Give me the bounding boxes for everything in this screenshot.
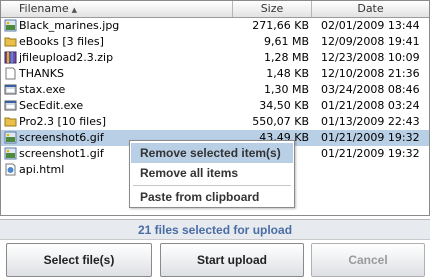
file-size: 1,28 MB [263,51,309,64]
file-name: api.html [19,163,65,176]
menu-separator [133,185,291,186]
file-date: 12/10/2008 21:36 [321,67,420,80]
column-header-filename[interactable]: Filename ▲ [1,1,233,17]
file-date: 02/01/2009 13:44 [321,19,420,32]
sort-ascending-icon: ▲ [71,6,77,14]
file-date: 12/09/2008 19:41 [321,35,420,48]
file-size: 9,61 MB [263,35,309,48]
file-name: Black_marines.jpg [19,19,120,32]
file-size: 1,30 MB [263,83,309,96]
file-row[interactable]: jfileupload2.3.zip 1,28 MB 12/23/2008 10… [1,50,429,66]
file-name: Pro2.3 [10 files] [19,115,107,128]
file-date: 03/24/2008 08:46 [321,83,420,96]
menu-item-remove-selected[interactable]: Remove selected item(s) [131,143,293,163]
column-header-size[interactable]: Size [233,1,312,17]
menu-item-remove-all[interactable]: Remove all items [131,163,293,183]
file-size: 271,66 KB [252,19,309,32]
select-files-button[interactable]: Select file(s) [6,243,152,277]
generic-file-icon [5,67,16,80]
file-name: screenshot6.gif [19,131,104,144]
file-date: 01/21/2009 19:32 [321,147,420,160]
executable-file-icon [4,100,17,111]
image-file-icon [4,147,17,160]
file-name: screenshot1.gif [19,147,104,160]
status-bar: 21 files selected for upload [0,219,430,240]
file-name: stax.exe [19,83,66,96]
file-name: SecEdit.exe [19,99,84,112]
file-row[interactable]: stax.exe 1,30 MB 03/24/2008 08:46 [1,82,429,98]
web-file-icon [5,163,16,176]
file-size: 1,48 KB [266,67,309,80]
folder-icon [4,37,17,47]
context-menu: Remove selected item(s) Remove all items… [129,140,295,208]
file-name: THANKS [19,67,64,80]
file-name: eBooks [3 files] [19,35,104,48]
column-header-date[interactable]: Date [312,1,429,17]
executable-file-icon [4,84,17,95]
file-row[interactable]: Pro2.3 [10 files] 550,07 KB 01/13/2009 2… [1,114,429,130]
file-date: 01/21/2009 19:32 [321,131,420,144]
file-row[interactable]: Black_marines.jpg 271,66 KB 02/01/2009 1… [1,18,429,34]
menu-item-paste-clipboard[interactable]: Paste from clipboard [131,187,293,207]
image-file-icon [4,19,17,32]
image-file-icon [4,131,17,144]
archive-file-icon [4,51,17,64]
cancel-button[interactable]: Cancel [311,243,425,277]
file-list-header: Filename ▲ Size Date [1,1,429,18]
file-row[interactable]: eBooks [3 files] 9,61 MB 12/09/2008 19:4… [1,34,429,50]
start-upload-button[interactable]: Start upload [160,243,304,277]
file-date: 12/23/2008 10:09 [321,51,420,64]
file-row[interactable]: THANKS 1,48 KB 12/10/2008 21:36 [1,66,429,82]
folder-icon [4,117,17,127]
file-row[interactable]: SecEdit.exe 34,50 KB 01/21/2008 03:24 [1,98,429,114]
file-date: 01/21/2008 03:24 [321,99,420,112]
file-size: 34,50 KB [259,99,309,112]
file-name: jfileupload2.3.zip [19,51,114,64]
file-size: 550,07 KB [252,115,309,128]
file-date: 01/13/2009 22:43 [321,115,420,128]
file-list[interactable]: Filename ▲ Size Date Black_marines.jpg 27… [0,0,430,216]
